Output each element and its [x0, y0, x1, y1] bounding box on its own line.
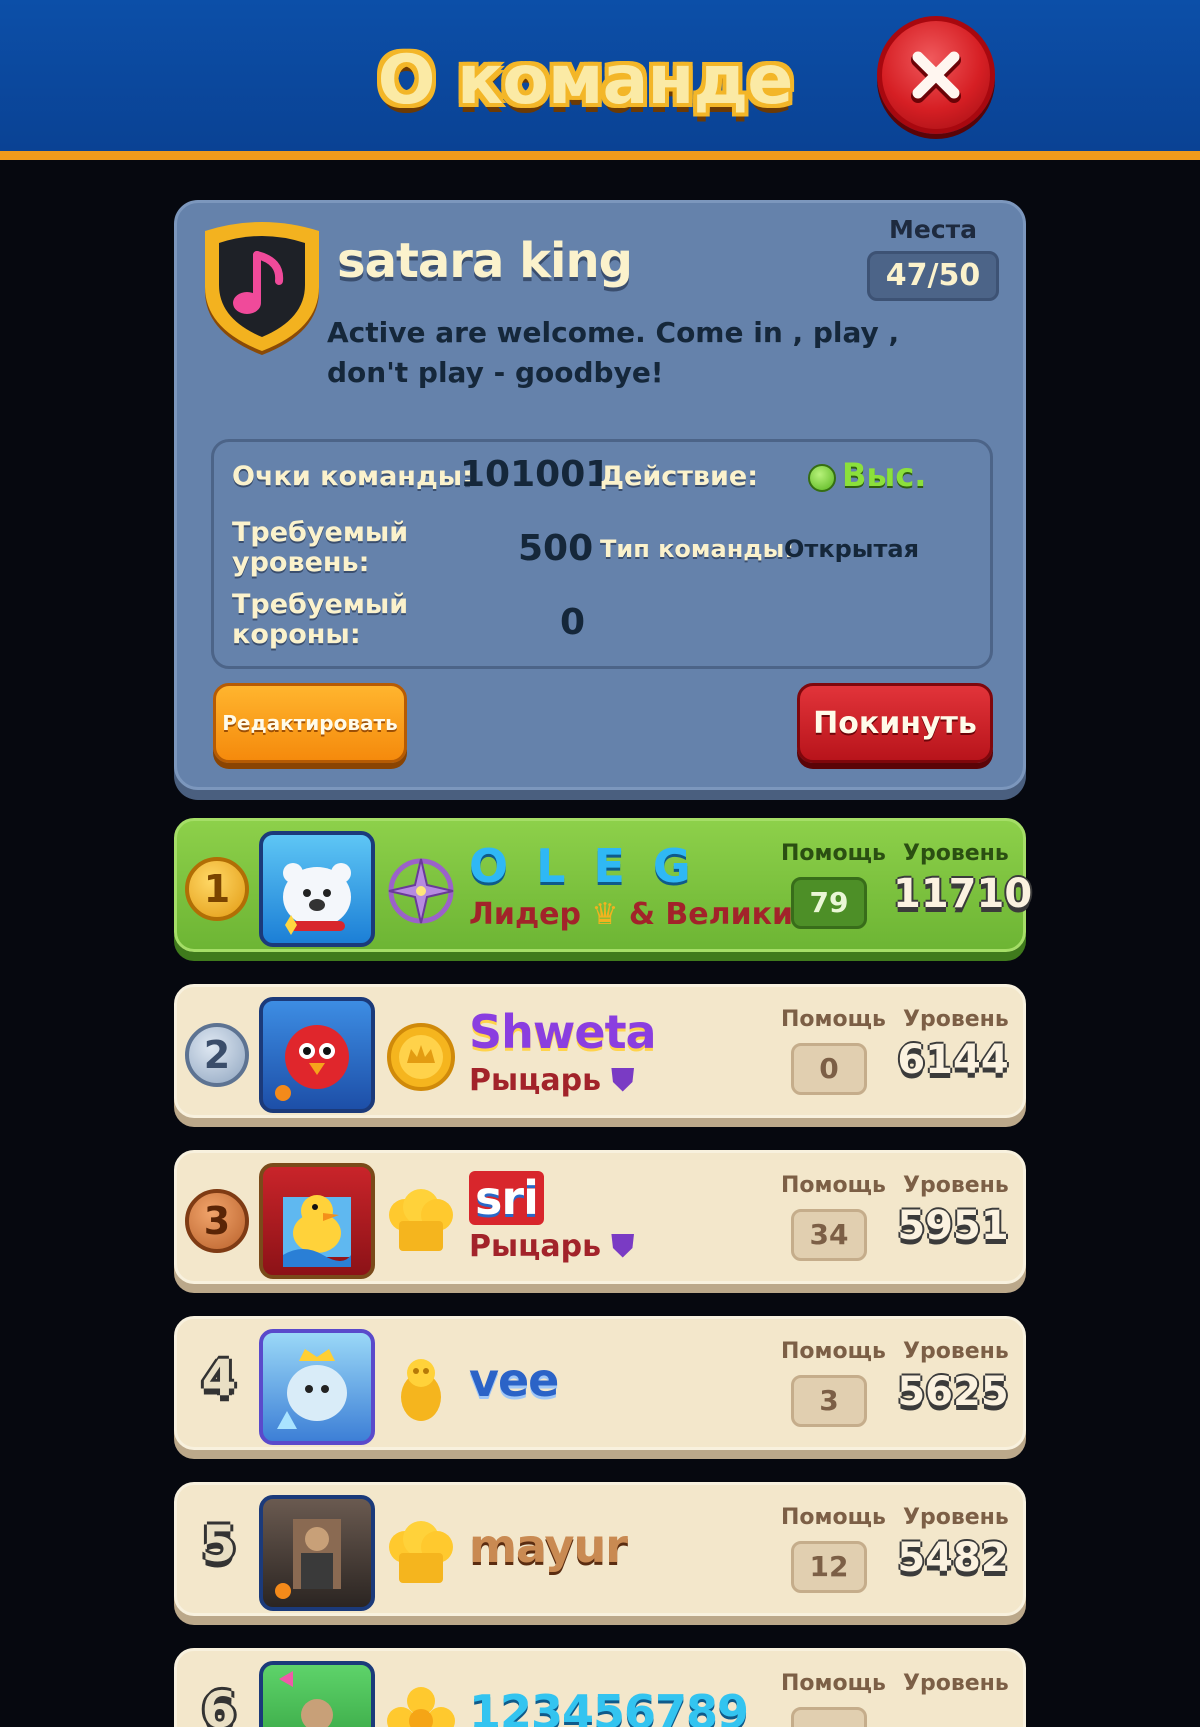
team-score-label: Очки команды:	[232, 461, 473, 492]
header-bar: О команде	[0, 0, 1200, 160]
title-wrap: О команде	[365, 30, 805, 130]
crown-icon: ♛	[591, 897, 619, 932]
member-row-3[interactable]: 3 sri Рыцарь ⛊ Помощь Уровень 34 5951	[174, 1150, 1026, 1284]
member-name: vee	[469, 1353, 559, 1407]
red-bird-avatar-icon	[275, 1025, 349, 1101]
level-label: Уровень	[903, 1173, 1009, 1198]
level-value: 5625	[897, 1369, 1009, 1415]
level-value: 5951	[897, 1203, 1009, 1249]
required-crowns-value: 0	[560, 602, 586, 643]
member-role: Рыцарь ⛊	[469, 1063, 634, 1098]
activity-value: Выс.	[842, 456, 927, 494]
team-info-panel: satara king Места 47/50 Active are welco…	[174, 200, 1026, 790]
edit-button[interactable]: Редактировать	[213, 683, 407, 763]
rank-number: 6	[201, 1681, 237, 1727]
member-role-text: Лидер	[469, 897, 581, 932]
avatar[interactable]	[259, 1495, 375, 1611]
seats-label: Места	[889, 215, 978, 244]
rank-number: 5	[201, 1515, 237, 1573]
member-name: sri	[469, 1171, 544, 1225]
member-role-text: Рыцарь	[469, 1229, 602, 1264]
level-label: Уровень	[903, 1007, 1009, 1032]
activity-label: Действие:	[600, 461, 759, 492]
help-count	[791, 1707, 867, 1727]
gold-chef-hat-badge-icon	[389, 1189, 453, 1251]
help-label: Помощь	[781, 841, 886, 866]
member-name: Shweta	[469, 1005, 657, 1059]
level-label: Уровень	[903, 1505, 1009, 1530]
rank-medal: 3	[185, 1189, 249, 1253]
required-crowns-label: Требуемый короны:	[232, 589, 409, 650]
leave-button[interactable]: Покинуть	[797, 683, 993, 763]
ice-king-avatar-icon	[277, 1349, 347, 1429]
duck-avatar-icon	[283, 1195, 351, 1267]
member-row-2[interactable]: 2 Shweta Рыцарь ⛊ Помощь Уровень 0 6144	[174, 984, 1026, 1118]
rank-number: 4	[201, 1349, 237, 1407]
help-label: Помощь	[781, 1173, 886, 1198]
member-name: 123456789	[469, 1685, 749, 1727]
help-label: Помощь	[781, 1505, 886, 1530]
avatar[interactable]	[259, 1329, 375, 1445]
member-role-text: Рыцарь	[469, 1063, 602, 1098]
gold-penguin-badge-icon	[401, 1359, 441, 1421]
member-row-6[interactable]: 6 123456789 Помощь Уровень	[174, 1648, 1026, 1727]
activity-dot-icon	[808, 464, 836, 492]
photo-avatar-icon	[279, 1671, 333, 1727]
level-label: Уровень	[903, 1339, 1009, 1364]
team-description: Active are welcome. Come in , play , don…	[327, 316, 900, 389]
help-count: 12	[791, 1541, 867, 1593]
member-row-1[interactable]: 1 O L E G Лидер ♛ & Велики Помощь Уровен…	[174, 818, 1033, 952]
help-label: Помощь	[781, 1671, 886, 1696]
avatar[interactable]	[259, 831, 375, 947]
avatar[interactable]	[259, 997, 375, 1113]
help-count: 34	[791, 1209, 867, 1261]
close-icon	[911, 51, 961, 103]
member-row-4[interactable]: 4 vee Помощь Уровень 3 5625	[174, 1316, 1026, 1450]
gold-coin-badge-icon	[387, 1023, 455, 1091]
level-value: 5482	[897, 1535, 1009, 1581]
page-title: О команде	[377, 40, 794, 120]
help-count: 3	[791, 1375, 867, 1427]
close-button[interactable]	[877, 16, 995, 134]
level-label: Уровень	[903, 841, 1009, 866]
member-name: mayur	[469, 1519, 628, 1573]
member-role: Рыцарь ⛊	[469, 1229, 634, 1264]
shield-icon: ⛊	[611, 1063, 635, 1098]
gold-flower-badge-icon	[387, 1687, 455, 1727]
member-name: O L E G	[469, 839, 697, 893]
member-row-5[interactable]: 5 mayur Помощь Уровень 12 5482	[174, 1482, 1026, 1616]
help-count: 79	[791, 877, 867, 929]
help-label: Помощь	[781, 1339, 886, 1364]
team-type-value: Открытая	[784, 535, 919, 563]
level-value: 11710	[893, 871, 1033, 917]
photo-avatar-icon	[275, 1519, 341, 1599]
required-level-value: 500	[518, 528, 594, 569]
rank-medal: 2	[185, 1023, 249, 1087]
gold-chef-hat-badge-icon	[389, 1521, 453, 1583]
required-level-label: Требуемый уровень:	[232, 517, 409, 578]
team-name: satara king	[337, 233, 633, 289]
level-label: Уровень	[903, 1671, 1009, 1696]
seats-value: 47/50	[867, 251, 999, 301]
member-role: Лидер ♛ & Велики	[469, 897, 793, 932]
team-stats-box: Очки команды: 101001 Действие: Выс. Треб…	[211, 439, 993, 669]
avatar[interactable]	[259, 1661, 375, 1727]
music-note-shield-icon	[205, 222, 319, 355]
level-value: 6144	[897, 1037, 1009, 1083]
help-count: 0	[791, 1043, 867, 1095]
team-type-label: Тип команды:	[600, 535, 794, 563]
member-role-suffix: & Велики	[628, 897, 794, 932]
team-score-value: 101001	[460, 454, 611, 495]
avatar[interactable]	[259, 1163, 375, 1279]
shield-icon: ⛊	[611, 1229, 635, 1264]
polar-bear-avatar-icon	[283, 863, 351, 935]
rank-medal: 1	[185, 857, 249, 921]
help-label: Помощь	[781, 1007, 886, 1032]
compass-badge-icon	[388, 858, 454, 924]
